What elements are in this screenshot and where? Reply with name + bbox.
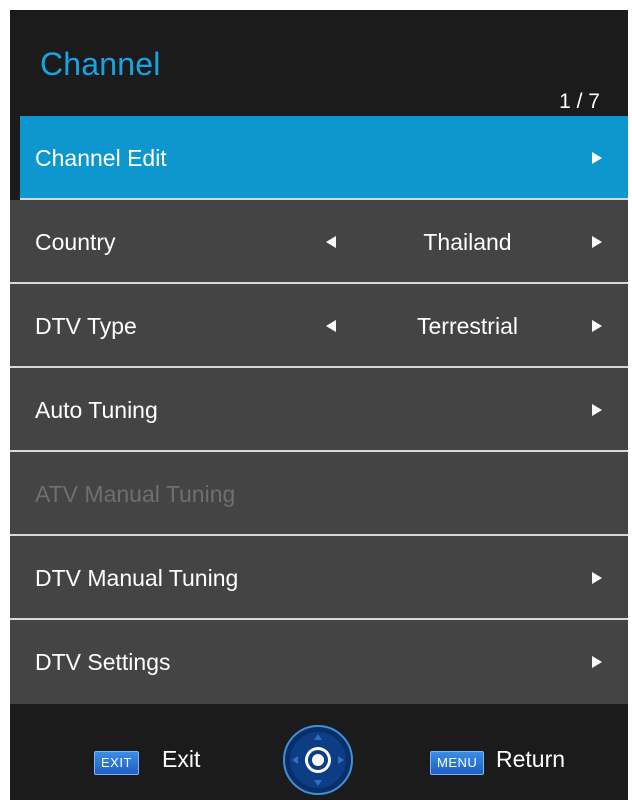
return-label: Return [496,746,566,772]
menu-item-dtv-type[interactable]: DTV Type Terrestrial [10,284,628,368]
dtv-type-value: Terrestrial [417,313,518,339]
menu-item-label: Auto Tuning [35,397,158,423]
arrow-left-icon[interactable] [326,320,336,332]
arrow-right-icon [592,152,602,164]
channel-menu-panel: Channel 1 / 7 Channel Edit Country Thail… [10,10,628,800]
menu-item-channel-edit[interactable]: Channel Edit [20,116,628,200]
exit-key-badge[interactable]: EXIT [94,751,139,775]
dpad-ok-icon[interactable] [282,724,354,796]
menu-item-label: DTV Settings [35,649,171,675]
arrow-left-icon[interactable] [326,236,336,248]
country-value: Thailand [423,229,512,255]
page-title: Channel [40,46,161,82]
arrow-right-icon [592,656,602,668]
menu-item-label: DTV Manual Tuning [35,565,239,591]
arrow-right-icon [592,572,602,584]
menu-item-label: Country [35,229,116,255]
menu-list: Channel Edit Country Thailand DTV Type T… [10,116,628,704]
menu-header: Channel 1 / 7 [10,10,628,116]
menu-item-label: DTV Type [35,313,137,339]
menu-item-auto-tuning[interactable]: Auto Tuning [10,368,628,452]
arrow-right-icon [592,404,602,416]
menu-item-country[interactable]: Country Thailand [10,200,628,284]
menu-item-label: ATV Manual Tuning [35,481,236,507]
menu-item-label: Channel Edit [35,145,167,171]
page-indicator: 1 / 7 [559,90,600,113]
arrow-right-icon[interactable] [592,320,602,332]
exit-label: Exit [162,746,201,772]
menu-key-badge[interactable]: MENU [430,751,485,775]
menu-item-atv-manual-tuning: ATV Manual Tuning [10,452,628,536]
arrow-right-icon[interactable] [592,236,602,248]
menu-item-dtv-manual-tuning[interactable]: DTV Manual Tuning [10,536,628,620]
menu-item-dtv-settings[interactable]: DTV Settings [10,620,628,704]
footer-hint-bar: EXIT Exit MENU Return [10,706,628,800]
